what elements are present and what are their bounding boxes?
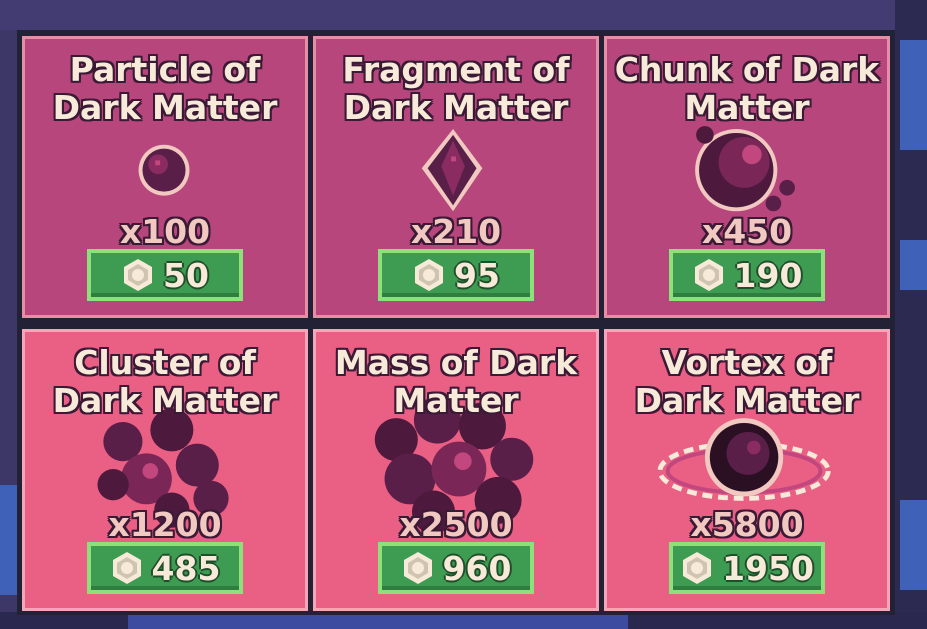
item-title: Mass of Dark Matter <box>334 343 578 420</box>
shop-grid: Particle of Dark Matter x100 50 Fragment… <box>17 30 895 615</box>
background-right-accent <box>900 240 927 290</box>
item-price: 485 <box>151 548 221 588</box>
item-price: 960 <box>442 548 512 588</box>
item-quantity: x210 <box>410 212 502 251</box>
item-title: Particle of Dark Matter <box>52 50 278 127</box>
shop-item-particle[interactable]: Particle of Dark Matter x100 50 <box>22 36 308 318</box>
buy-button[interactable]: 95 <box>378 249 534 301</box>
buy-button[interactable]: 485 <box>87 542 243 594</box>
item-quantity: x450 <box>701 212 793 251</box>
buy-button[interactable]: 960 <box>378 542 534 594</box>
coin-icon <box>124 259 153 291</box>
item-title: Cluster of Dark Matter <box>52 343 278 420</box>
item-price: 1950 <box>722 548 814 588</box>
shop-item-vortex[interactable]: Vortex of Dark Matter x5800 1950 <box>604 329 890 611</box>
item-price: 50 <box>163 255 209 295</box>
item-quantity: x2500 <box>399 505 513 544</box>
item-price: 190 <box>733 255 803 295</box>
background-top <box>0 0 927 30</box>
buy-button[interactable]: 50 <box>87 249 243 301</box>
item-quantity: x1200 <box>108 505 222 544</box>
item-price: 95 <box>454 255 500 295</box>
coin-icon <box>683 552 712 584</box>
item-quantity: x5800 <box>690 505 804 544</box>
coin-icon <box>403 552 432 584</box>
background-left-accent <box>0 485 18 595</box>
background-right-accent <box>900 40 927 150</box>
buy-button[interactable]: 190 <box>669 249 825 301</box>
shop-item-fragment[interactable]: Fragment of Dark Matter x210 95 <box>313 36 599 318</box>
coin-icon <box>415 259 444 291</box>
item-title: Fragment of Dark Matter <box>342 50 570 127</box>
background-right-accent <box>900 500 927 590</box>
item-title: Vortex of Dark Matter <box>634 343 860 420</box>
item-quantity: x100 <box>119 212 211 251</box>
coin-icon <box>112 552 141 584</box>
shop-item-cluster[interactable]: Cluster of Dark Matter x1200 485 <box>22 329 308 611</box>
shop-item-chunk[interactable]: Chunk of Dark Matter x450 190 <box>604 36 890 318</box>
shop-item-mass[interactable]: Mass of Dark Matter x2500 960 <box>313 329 599 611</box>
item-title: Chunk of Dark Matter <box>614 50 880 127</box>
buy-button[interactable]: 1950 <box>669 542 825 594</box>
coin-icon <box>694 259 723 291</box>
